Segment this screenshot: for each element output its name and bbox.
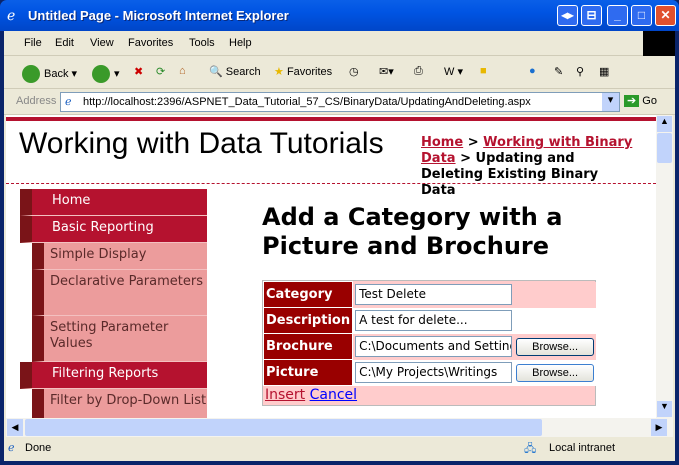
forward-arrow-icon [92,65,110,83]
page-viewport: Working with Data Tutorials Home > Worki… [6,115,656,418]
status-bar: ℯ Done 🖧 Local intranet [4,437,675,458]
star-icon: ★ [274,66,284,78]
horizontal-scrollbar[interactable]: ◀ ▶ [6,418,673,437]
ie-icon: ℯ [7,7,16,23]
category-label: Category [262,281,354,308]
menu-view[interactable]: View [90,37,114,49]
mail-icon[interactable]: ✉▾ [379,65,394,78]
menu-tools[interactable]: Tools [189,37,215,49]
minimize-button[interactable]: _ [607,5,628,26]
back-forward-icon[interactable]: ◂▸ [557,5,578,26]
forward-button[interactable]: ▾ [92,65,120,83]
toolbar: Back ▾ ▾ ✖ ⟳ ⌂ 🔍 Search ★ Favorites ◷ ✉▾… [4,56,675,89]
qr-icon[interactable]: ▦ [599,65,609,78]
vertical-scrollbar[interactable]: ▲ ▼ [656,115,673,418]
title-bar: ℯ Untitled Page - Microsoft Internet Exp… [0,0,679,31]
sidebar-item-simple-display[interactable]: Simple Display [32,243,207,270]
messenger-icon[interactable]: ● [529,65,536,77]
zone-text: Local intranet [549,442,616,454]
restore-tab-icon[interactable]: ⊟ [581,5,602,26]
address-dropdown-icon[interactable]: ▾ [602,93,619,111]
picture-browse-button[interactable]: Browse... [516,363,595,382]
form-row-category: Category Test Delete [262,281,597,308]
sidebar-item-filtering-reports[interactable]: Filtering Reports [20,362,207,389]
header-strip [6,117,656,121]
page-heading: Add a Category with a Picture and Brochu… [262,203,563,260]
maximize-button[interactable]: □ [631,5,652,26]
page-done-icon: ℯ [8,442,15,454]
brochure-label: Brochure [262,333,354,360]
go-arrow-icon: ➔ [624,95,640,107]
page-icon: ℯ [65,96,72,108]
insert-form: Category Test Delete Description A test fo… [262,280,597,406]
discuss-icon[interactable]: ■ [480,65,487,77]
favorites-button[interactable]: ★ Favorites [274,65,332,78]
back-button[interactable]: Back ▾ [22,65,77,83]
horizontal-scroll-thumb[interactable] [25,419,542,436]
status-text: Done [25,442,52,454]
tools-icon[interactable]: ⚲ [576,65,584,78]
windows-logo [643,31,675,56]
scroll-up-icon[interactable]: ▲ [657,116,672,132]
edit-word-icon[interactable]: W ▾ [444,65,463,78]
research-icon[interactable]: ✎ [554,65,563,78]
print-icon[interactable]: ⎙ [414,65,423,78]
intranet-icon: 🖧 [524,443,537,455]
home-icon[interactable]: ⌂ [179,65,186,77]
vertical-scroll-thumb[interactable] [657,133,672,163]
search-button[interactable]: 🔍 Search [209,65,261,78]
form-row-description: Description A test for delete... [262,307,597,334]
description-label: Description [262,307,354,334]
scroll-right-icon[interactable]: ▶ [651,419,667,436]
breadcrumb-home[interactable]: Home [421,135,463,150]
breadcrumb: Home > Working with Binary Data > Updati… [421,135,633,198]
sidebar-item-basic-reporting[interactable]: Basic Reporting [20,216,207,243]
category-input[interactable]: Test Delete [355,284,513,305]
stop-icon[interactable]: ✖ [134,65,143,78]
header-divider [6,183,656,184]
history-icon[interactable]: ◷ [349,65,359,78]
refresh-icon[interactable]: ⟳ [156,65,165,78]
form-row-picture: Picture C:\My Projects\Writings Browse... [262,359,597,386]
address-input[interactable]: ℯ http://localhost:2396/ASPNET_Data_Tuto… [60,92,620,112]
go-button[interactable]: ➔ Go [624,94,657,107]
sidebar-item-declarative-parameters[interactable]: Declarative Parameters [32,270,207,316]
cancel-link[interactable]: Cancel [310,387,357,403]
picture-label: Picture [262,359,354,386]
sidebar-item-setting-parameter-values[interactable]: Setting Parameter Values [32,316,207,362]
brochure-browse-button[interactable]: Browse... [516,337,595,356]
menu-help[interactable]: Help [229,37,252,49]
menu-favorites[interactable]: Favorites [128,37,173,49]
scroll-down-icon[interactable]: ▼ [657,401,672,417]
address-label: Address [16,95,57,107]
back-arrow-icon [22,65,40,83]
close-button[interactable]: ✕ [655,5,676,26]
sidebar-item-home[interactable]: Home [20,189,207,216]
menu-bar: File Edit View Favorites Tools Help [4,31,675,56]
form-row-brochure: Brochure C:\Documents and Settings Browse.… [262,333,597,360]
insert-link[interactable]: Insert [265,387,305,403]
scroll-left-icon[interactable]: ◀ [7,419,23,436]
site-title: Working with Data Tutorials [19,127,384,160]
menu-edit[interactable]: Edit [55,37,74,49]
sidebar-item-filter-dropdown[interactable]: Filter by Drop-Down List [32,389,207,418]
picture-file-input[interactable]: C:\My Projects\Writings [355,362,513,383]
brochure-file-input[interactable]: C:\Documents and Settings [355,336,513,357]
search-icon: 🔍 [209,66,223,78]
address-bar: Address ℯ http://localhost:2396/ASPNET_D… [4,89,675,115]
description-input[interactable]: A test for delete... [355,310,513,331]
window-title: Untitled Page - Microsoft Internet Explo… [28,8,289,23]
menu-file[interactable]: File [24,37,42,49]
